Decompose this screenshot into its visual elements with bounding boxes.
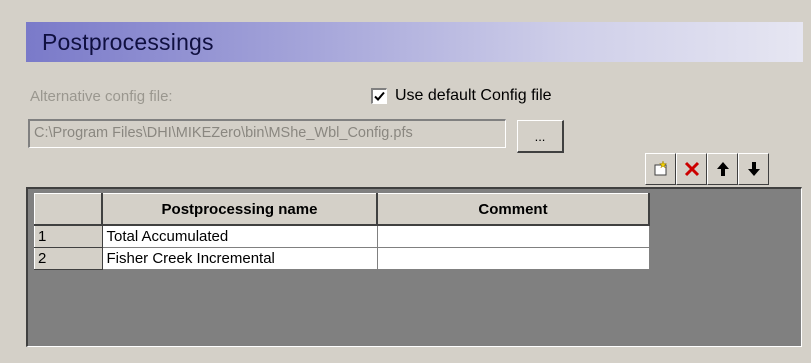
move-up-button[interactable] [707, 153, 738, 185]
move-down-icon [747, 162, 760, 176]
new-row-button[interactable] [645, 153, 676, 185]
use-default-config-toggle[interactable]: Use default Config file [371, 87, 552, 105]
delete-row-button[interactable] [676, 153, 707, 185]
delete-icon [684, 161, 699, 177]
table-row[interactable]: 1 Total Accumulated [34, 224, 650, 248]
row-number[interactable]: 2 [34, 246, 103, 270]
postprocessing-table: Postprocessing name Comment 1 Total Accu… [34, 193, 650, 270]
table-toolbar [645, 153, 769, 185]
postprocessing-name-cell[interactable]: Fisher Creek Incremental [101, 246, 378, 270]
move-up-icon [716, 162, 729, 176]
row-number[interactable]: 1 [34, 224, 103, 248]
page-title: Postprocessings [42, 29, 214, 55]
row-number-header [34, 193, 103, 226]
move-down-button[interactable] [738, 153, 769, 185]
use-default-label[interactable]: Use default Config file [395, 87, 552, 105]
use-default-checkbox[interactable] [371, 88, 387, 104]
postprocessing-grid: Postprocessing name Comment 1 Total Accu… [26, 187, 802, 347]
alt-config-label: Alternative config file: [30, 88, 173, 105]
postprocessing-name-cell[interactable]: Total Accumulated [101, 224, 378, 248]
comment-cell[interactable] [376, 224, 650, 248]
config-file-path-field[interactable]: C:\Program Files\DHI\MIKEZero\bin\MShe_W… [28, 119, 506, 148]
new-row-icon [654, 160, 667, 176]
checkmark-icon [374, 91, 385, 101]
table-row[interactable]: 2 Fisher Creek Incremental [34, 246, 650, 270]
header-banner: Postprocessings [26, 22, 803, 62]
browse-button[interactable]: ... [517, 120, 564, 153]
column-header-name[interactable]: Postprocessing name [101, 193, 378, 226]
comment-cell[interactable] [376, 246, 650, 270]
column-header-comment[interactable]: Comment [376, 193, 650, 226]
